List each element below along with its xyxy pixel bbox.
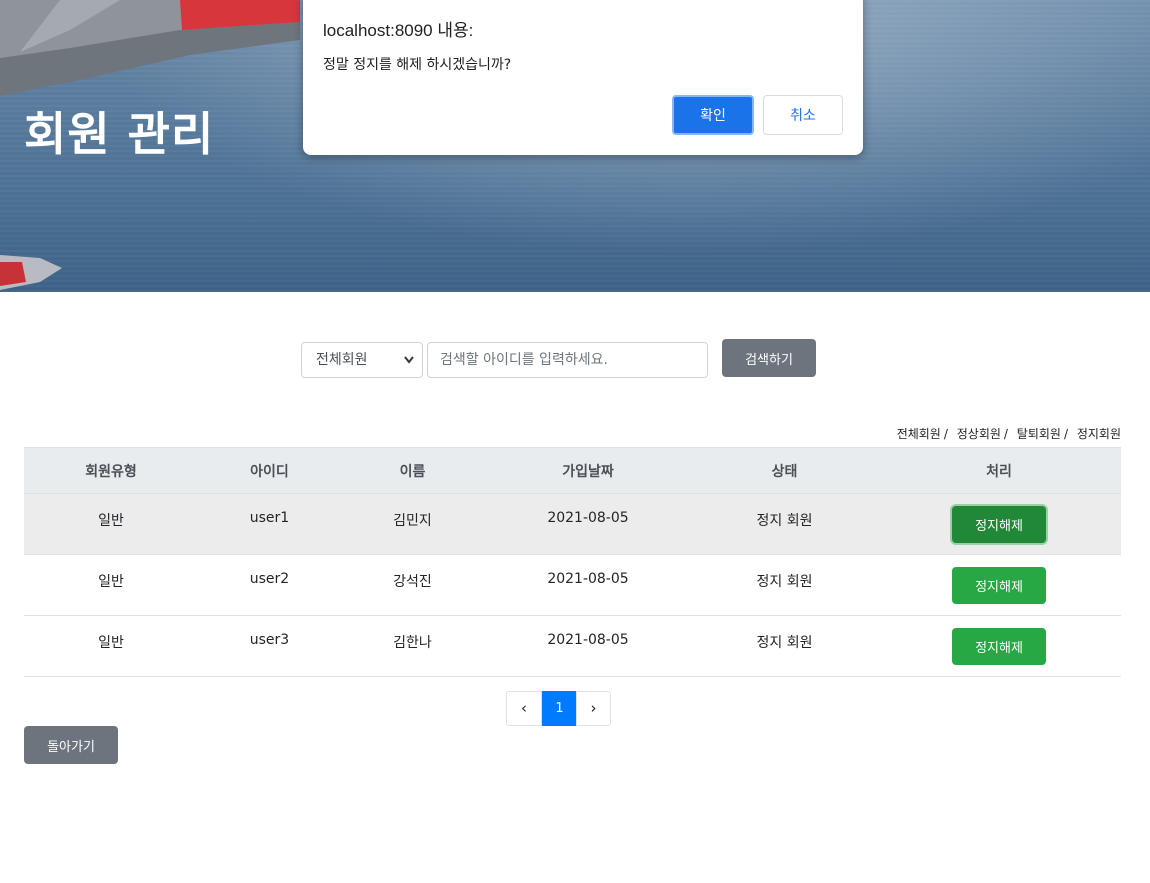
cell-name: 강석진 bbox=[341, 554, 484, 616]
cell-joined: 2021-08-05 bbox=[484, 615, 692, 677]
column-header-name: 이름 bbox=[341, 447, 484, 494]
table-header-row: 회원유형 아이디 이름 가입날짜 상태 처리 bbox=[24, 447, 1121, 494]
filter-withdrawn-link[interactable]: 탈퇴회원 bbox=[1017, 427, 1061, 441]
cell-action: 정지해제 bbox=[877, 554, 1121, 616]
table-row: 일반 user1 김민지 2021-08-05 정지 회원 정지해제 bbox=[24, 493, 1121, 555]
cell-status: 정지 회원 bbox=[692, 615, 877, 677]
cell-type: 일반 bbox=[24, 493, 198, 555]
pagination: ‹ 1 › bbox=[506, 691, 611, 726]
chevron-right-icon: › bbox=[590, 699, 597, 717]
cell-name: 김민지 bbox=[341, 493, 484, 555]
confirm-dialog: localhost:8090 내용: 정말 정지를 해제 하시겠습니까? 확인 … bbox=[303, 0, 863, 155]
filter-separator: / bbox=[1003, 427, 1008, 441]
column-header-status: 상태 bbox=[692, 447, 877, 494]
filter-separator: / bbox=[943, 427, 948, 441]
cell-status: 정지 회원 bbox=[692, 554, 877, 616]
search-input[interactable] bbox=[427, 342, 708, 378]
cell-id: user3 bbox=[198, 615, 341, 677]
member-type-select[interactable]: 전체회원 bbox=[301, 342, 423, 378]
pagination-next-button[interactable]: › bbox=[576, 691, 611, 726]
cell-type: 일반 bbox=[24, 554, 198, 616]
dialog-cancel-button[interactable]: 취소 bbox=[763, 95, 843, 135]
cell-id: user1 bbox=[198, 493, 341, 555]
filter-suspended-link[interactable]: 정지회원 bbox=[1077, 427, 1121, 441]
search-button[interactable]: 검색하기 bbox=[722, 339, 816, 377]
filter-all-link[interactable]: 전체회원 bbox=[897, 427, 941, 441]
pagination-page-1[interactable]: 1 bbox=[542, 691, 577, 726]
cell-joined: 2021-08-05 bbox=[484, 554, 692, 616]
column-header-action: 처리 bbox=[877, 447, 1121, 494]
cell-joined: 2021-08-05 bbox=[484, 493, 692, 555]
table-row: 일반 user2 강석진 2021-08-05 정지 회원 정지해제 bbox=[24, 554, 1121, 616]
cell-type: 일반 bbox=[24, 615, 198, 677]
release-suspension-button[interactable]: 정지해제 bbox=[952, 506, 1046, 543]
dialog-ok-button[interactable]: 확인 bbox=[672, 95, 754, 135]
cell-action: 정지해제 bbox=[877, 493, 1121, 555]
cell-name: 김한나 bbox=[341, 615, 484, 677]
chevron-left-icon: ‹ bbox=[521, 699, 527, 717]
filter-separator: / bbox=[1063, 427, 1068, 441]
cell-status: 정지 회원 bbox=[692, 493, 877, 555]
cell-action: 정지해제 bbox=[877, 615, 1121, 677]
pagination-prev-button[interactable]: ‹ bbox=[506, 691, 542, 726]
column-header-id: 아이디 bbox=[198, 447, 341, 494]
release-suspension-button[interactable]: 정지해제 bbox=[952, 567, 1046, 604]
page-title: 회원 관리 bbox=[24, 107, 215, 161]
column-header-type: 회원유형 bbox=[24, 447, 198, 494]
dialog-message: 정말 정지를 해제 하시겠습니까? bbox=[323, 57, 512, 73]
member-type-selected: 전체회원 bbox=[316, 352, 368, 368]
member-filter-links: 전체회원 / 정상회원 / 탈퇴회원 / 정지회원 bbox=[897, 425, 1121, 442]
chevron-down-icon bbox=[404, 343, 414, 391]
filter-normal-link[interactable]: 정상회원 bbox=[957, 427, 1001, 441]
cell-id: user2 bbox=[198, 554, 341, 616]
dialog-origin: localhost:8090 내용: bbox=[323, 21, 474, 40]
back-button[interactable]: 돌아가기 bbox=[24, 726, 118, 764]
column-header-joined: 가입날짜 bbox=[484, 447, 692, 494]
member-table: 회원유형 아이디 이름 가입날짜 상태 처리 일반 user1 김민지 2021… bbox=[24, 447, 1121, 677]
release-suspension-button[interactable]: 정지해제 bbox=[952, 628, 1046, 665]
table-row: 일반 user3 김한나 2021-08-05 정지 회원 정지해제 bbox=[24, 615, 1121, 677]
